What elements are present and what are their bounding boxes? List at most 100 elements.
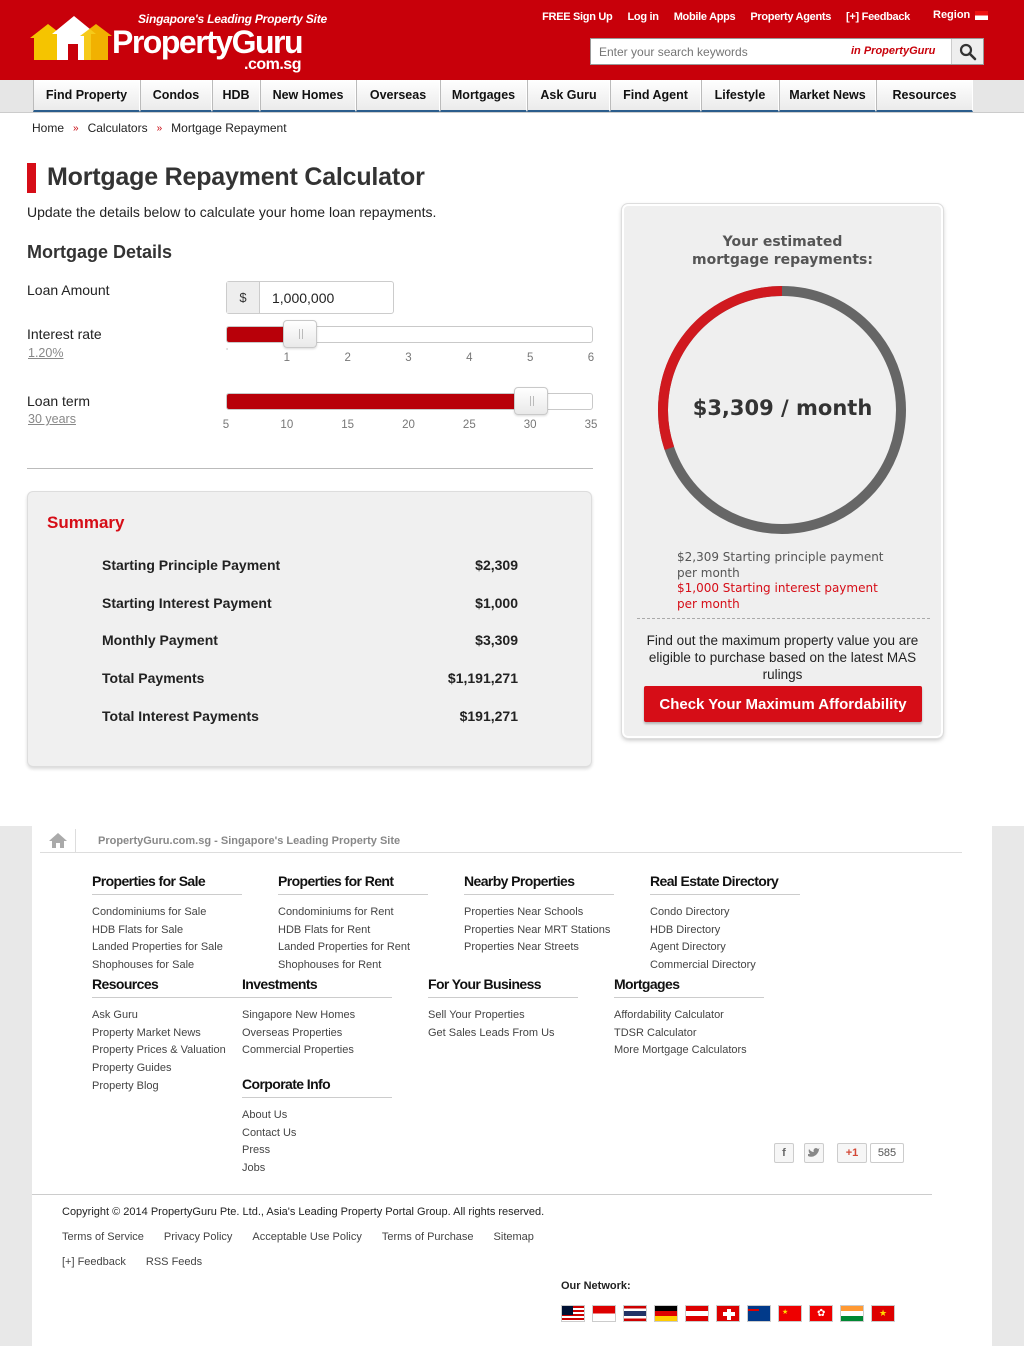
interest-rate-handle[interactable] [283,320,317,348]
nav-condos[interactable]: Condos [140,80,212,112]
indonesia-flag-icon[interactable] [592,1305,616,1322]
login-link[interactable]: Log in [627,11,659,23]
nav-overseas[interactable]: Overseas [356,80,440,112]
australia-flag-icon[interactable] [747,1305,771,1322]
top-header: Singapore's Leading Property Site Proper… [0,0,1024,80]
footer-link[interactable]: More Mortgage Calculators [614,1042,764,1060]
interest-rate-min-marker: ˈ [225,348,229,360]
malaysia-flag-icon[interactable] [561,1305,585,1322]
footer-link[interactable]: Shophouses for Sale [92,957,242,975]
footer-link[interactable]: Singapore New Homes [242,1007,392,1025]
interest-rate-slider[interactable] [226,320,593,348]
footer-link[interactable]: Jobs [242,1160,392,1178]
sitemap-link[interactable]: Sitemap [494,1231,534,1243]
footer-link[interactable]: Condominiums for Rent [278,904,428,922]
result-card: Your estimated mortgage repayments: $3,3… [621,203,944,739]
footer-link[interactable]: HDB Flats for Sale [92,922,242,940]
footer-link[interactable]: Overseas Properties [242,1025,392,1043]
footer-link[interactable]: Contact Us [242,1125,392,1143]
loan-term-slider[interactable] [226,387,593,415]
austria-flag-icon[interactable] [685,1305,709,1322]
footer-link[interactable]: Property Guides [92,1060,242,1078]
footer-link[interactable]: Landed Properties for Sale [92,939,242,957]
india-flag-icon[interactable] [840,1305,864,1322]
footer-link[interactable]: Properties Near Schools [464,904,614,922]
germany-flag-icon[interactable] [654,1305,678,1322]
google-plus-button[interactable]: +1 [837,1143,867,1163]
china-flag-icon[interactable]: ★ [778,1305,802,1322]
nav-find-property[interactable]: Find Property [33,80,140,112]
main-nav: Find Property Condos HDB New Homes Overs… [0,80,1024,113]
rss-feeds-link[interactable]: RSS Feeds [146,1256,202,1268]
vietnam-flag-icon[interactable]: ★ [871,1305,895,1322]
breadcrumb-home[interactable]: Home [32,121,64,135]
terms-of-purchase-link[interactable]: Terms of Purchase [382,1231,474,1243]
propertyguru-logo[interactable]: Singapore's Leading Property Site Proper… [30,10,327,73]
footer-link[interactable]: Affordability Calculator [614,1007,764,1025]
region-selector[interactable]: Region [933,9,989,21]
nav-resources[interactable]: Resources [876,80,973,112]
facebook-button[interactable]: f [774,1143,794,1163]
search-input[interactable] [591,39,841,64]
footer-link[interactable]: Properties Near Streets [464,939,614,957]
footer-link[interactable]: Property Market News [92,1025,242,1043]
acceptable-use-link[interactable]: Acceptable Use Policy [252,1231,361,1243]
nav-lifestyle[interactable]: Lifestyle [701,80,779,112]
footer-link[interactable]: Commercial Properties [242,1042,392,1060]
brand-guru: Guru [231,24,304,60]
privacy-policy-link[interactable]: Privacy Policy [164,1231,232,1243]
terms-of-service-link[interactable]: Terms of Service [62,1231,144,1243]
footer-link[interactable]: Commercial Directory [650,957,800,975]
nav-hdb[interactable]: HDB [212,80,260,112]
switzerland-flag-icon[interactable] [716,1305,740,1322]
footer-link[interactable]: Press [242,1142,392,1160]
copyright: Copyright © 2014 PropertyGuru Pte. Ltd.,… [62,1206,545,1218]
footer-link[interactable]: Shophouses for Rent [278,957,428,975]
search-button[interactable] [951,39,983,64]
nav-new-homes[interactable]: New Homes [260,80,356,112]
footer-link[interactable]: Condo Directory [650,904,800,922]
interest-rate-ticks: 1 2 3 4 5 6 ˈ [225,348,594,366]
footer-link[interactable]: Property Prices & Valuation [92,1042,242,1060]
nav-find-agent[interactable]: Find Agent [610,80,701,112]
footer-link[interactable]: HDB Directory [650,922,800,940]
nav-ask-guru[interactable]: Ask Guru [527,80,610,112]
breadcrumb-calculators[interactable]: Calculators [88,121,148,135]
footer-column-nearby: Nearby Properties Properties Near School… [464,873,614,957]
twitter-button[interactable] [804,1143,824,1163]
currency-prefix: $ [227,282,260,313]
footer-link[interactable]: TDSR Calculator [614,1025,764,1043]
nav-market-news[interactable]: Market News [779,80,876,112]
loan-term-label: Loan term [27,393,91,409]
loan-amount-input[interactable] [260,282,380,313]
mobile-apps-link[interactable]: Mobile Apps [674,11,736,23]
footer-link[interactable]: Property Blog [92,1078,242,1096]
summary-title: Summary [47,513,125,532]
footer-link[interactable]: Condominiums for Sale [92,904,242,922]
footer-divider [32,1194,932,1195]
footer-home-button[interactable] [40,828,76,853]
summary-row-label: Monthly Payment [102,632,218,648]
interest-rate-tick-label: 2 [344,352,351,364]
property-agents-link[interactable]: Property Agents [750,11,831,23]
footer-link[interactable]: Ask Guru [92,1007,242,1025]
footer-link[interactable]: Sell Your Properties [428,1007,578,1025]
footer-link[interactable]: Get Sales Leads From Us [428,1025,578,1043]
footer-link[interactable]: About Us [242,1107,392,1125]
footer-link[interactable]: Properties Near MRT Stations [464,922,614,940]
nav-list: Find Property Condos HDB New Homes Overs… [33,80,973,112]
nav-mortgages[interactable]: Mortgages [440,80,527,112]
signup-link[interactable]: FREE Sign Up [542,11,613,23]
footer-link[interactable]: Agent Directory [650,939,800,957]
hong-kong-flag-icon[interactable]: ✿ [809,1305,833,1322]
loan-term-value[interactable]: 30 years [28,412,76,426]
interest-rate-value[interactable]: 1.20% [28,346,63,360]
feedback-link[interactable]: [+] Feedback [846,11,910,23]
footer-link[interactable]: Landed Properties for Rent [278,939,428,957]
footer-feedback-link[interactable]: [+] Feedback [62,1256,126,1268]
loan-term-tick-label: 5 [222,419,230,431]
thailand-flag-icon[interactable] [623,1305,647,1322]
footer-link[interactable]: HDB Flats for Rent [278,922,428,940]
loan-term-handle[interactable] [514,387,549,415]
check-affordability-button[interactable]: Check Your Maximum Affordability [644,686,922,722]
